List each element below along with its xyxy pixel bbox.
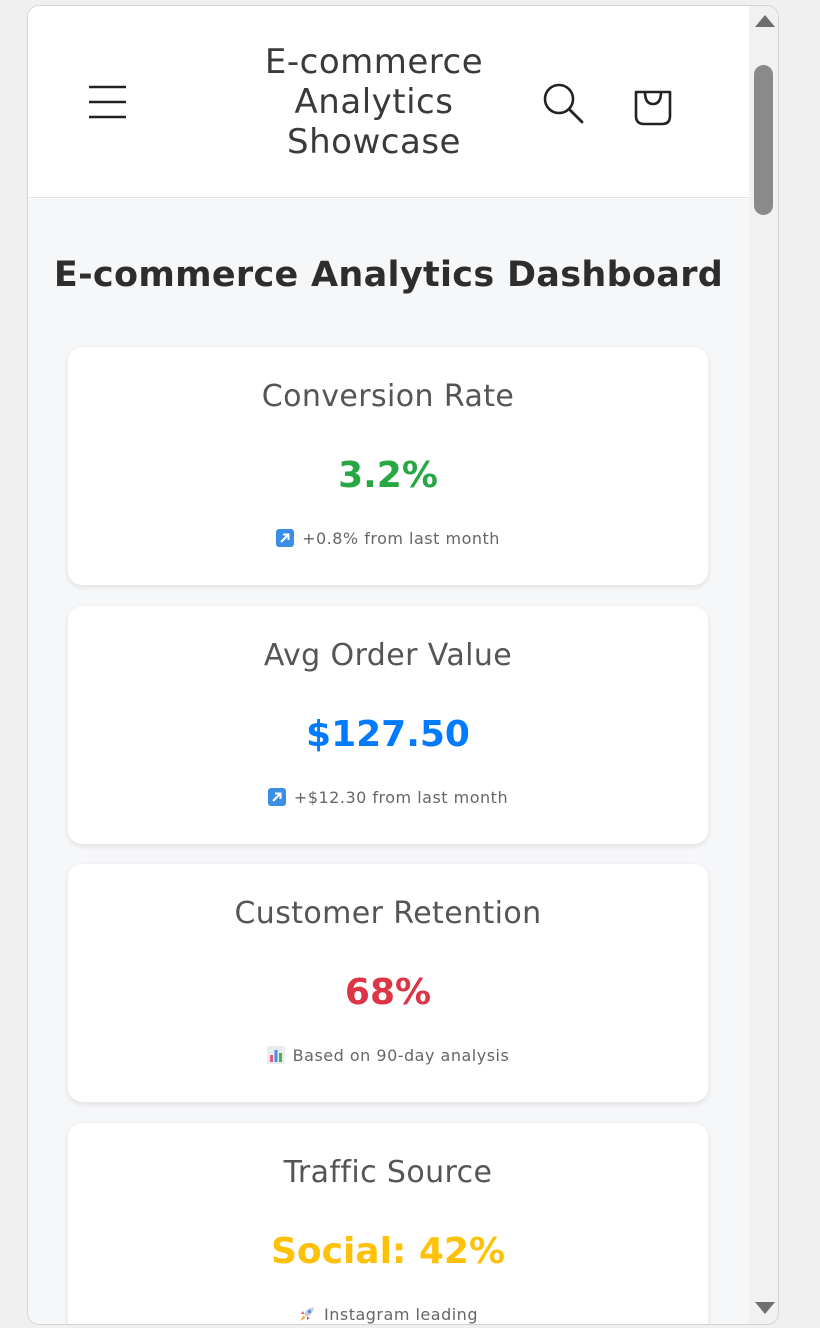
metric-value: Social: 42% [270,1231,506,1272]
metric-value: 3.2% [338,455,438,496]
metric-note-text: +0.8% from last month [302,529,500,548]
metric-note-text: +$12.30 from last month [293,788,509,807]
search-icon [543,83,584,124]
site-title-line: E-commerce [264,42,484,82]
site-title[interactable]: E-commerce Analytics Showcase [249,42,499,162]
site-title-line: Analytics [294,82,454,122]
page-title: E-commerce Analytics Dashboard [53,255,724,295]
browser-frame: E-commerce Analytics Showcase E-commerce… [27,5,779,1325]
search-button[interactable] [540,80,586,126]
metric-title: Traffic Source [283,1155,493,1190]
metric-note: Instagram leading [68,1305,708,1324]
metric-note: Based on 90-day analysis [68,1046,708,1065]
metric-value: 68% [344,972,432,1013]
metric-card-conversion-rate: Conversion Rate 3.2% +0.8% from last mon… [68,347,708,585]
shopping-bag-icon [634,90,672,126]
vertical-scrollbar[interactable] [749,6,778,1324]
metric-value: $127.50 [306,714,470,755]
dashboard-main: E-commerce Analytics Dashboard Conversio… [28,199,749,1324]
metric-note: +0.8% from last month [68,529,708,548]
bar-chart-icon [266,1046,285,1064]
metric-note-text: Based on 90-day analysis [292,1046,510,1065]
site-title-line: Showcase [287,122,461,162]
page-viewport: E-commerce Analytics Showcase E-commerce… [28,6,749,1324]
hamburger-menu-icon [89,85,126,119]
cart-button[interactable] [631,80,675,126]
metric-note: +$12.30 from last month [68,788,708,807]
up-right-arrow-icon [267,788,286,806]
scroll-up-arrow-icon[interactable] [755,15,775,27]
metric-title: Conversion Rate [261,379,515,414]
scroll-down-arrow-icon[interactable] [755,1302,775,1314]
rocket-icon [300,1307,314,1321]
metric-title: Avg Order Value [263,638,513,673]
menu-button[interactable] [86,82,128,122]
metric-title: Customer Retention [234,896,542,931]
site-header: E-commerce Analytics Showcase [28,6,749,198]
up-right-arrow-icon [276,529,295,547]
metric-card-customer-retention: Customer Retention 68% Based on 90-day a… [68,864,708,1102]
metric-card-traffic-source: Traffic Source Social: 42% Instagram lea… [68,1123,708,1324]
metric-card-avg-order-value: Avg Order Value $127.50 +$12.30 from las… [68,606,708,844]
scrollbar-thumb[interactable] [754,65,773,215]
metric-note-text: Instagram leading [324,1305,478,1324]
